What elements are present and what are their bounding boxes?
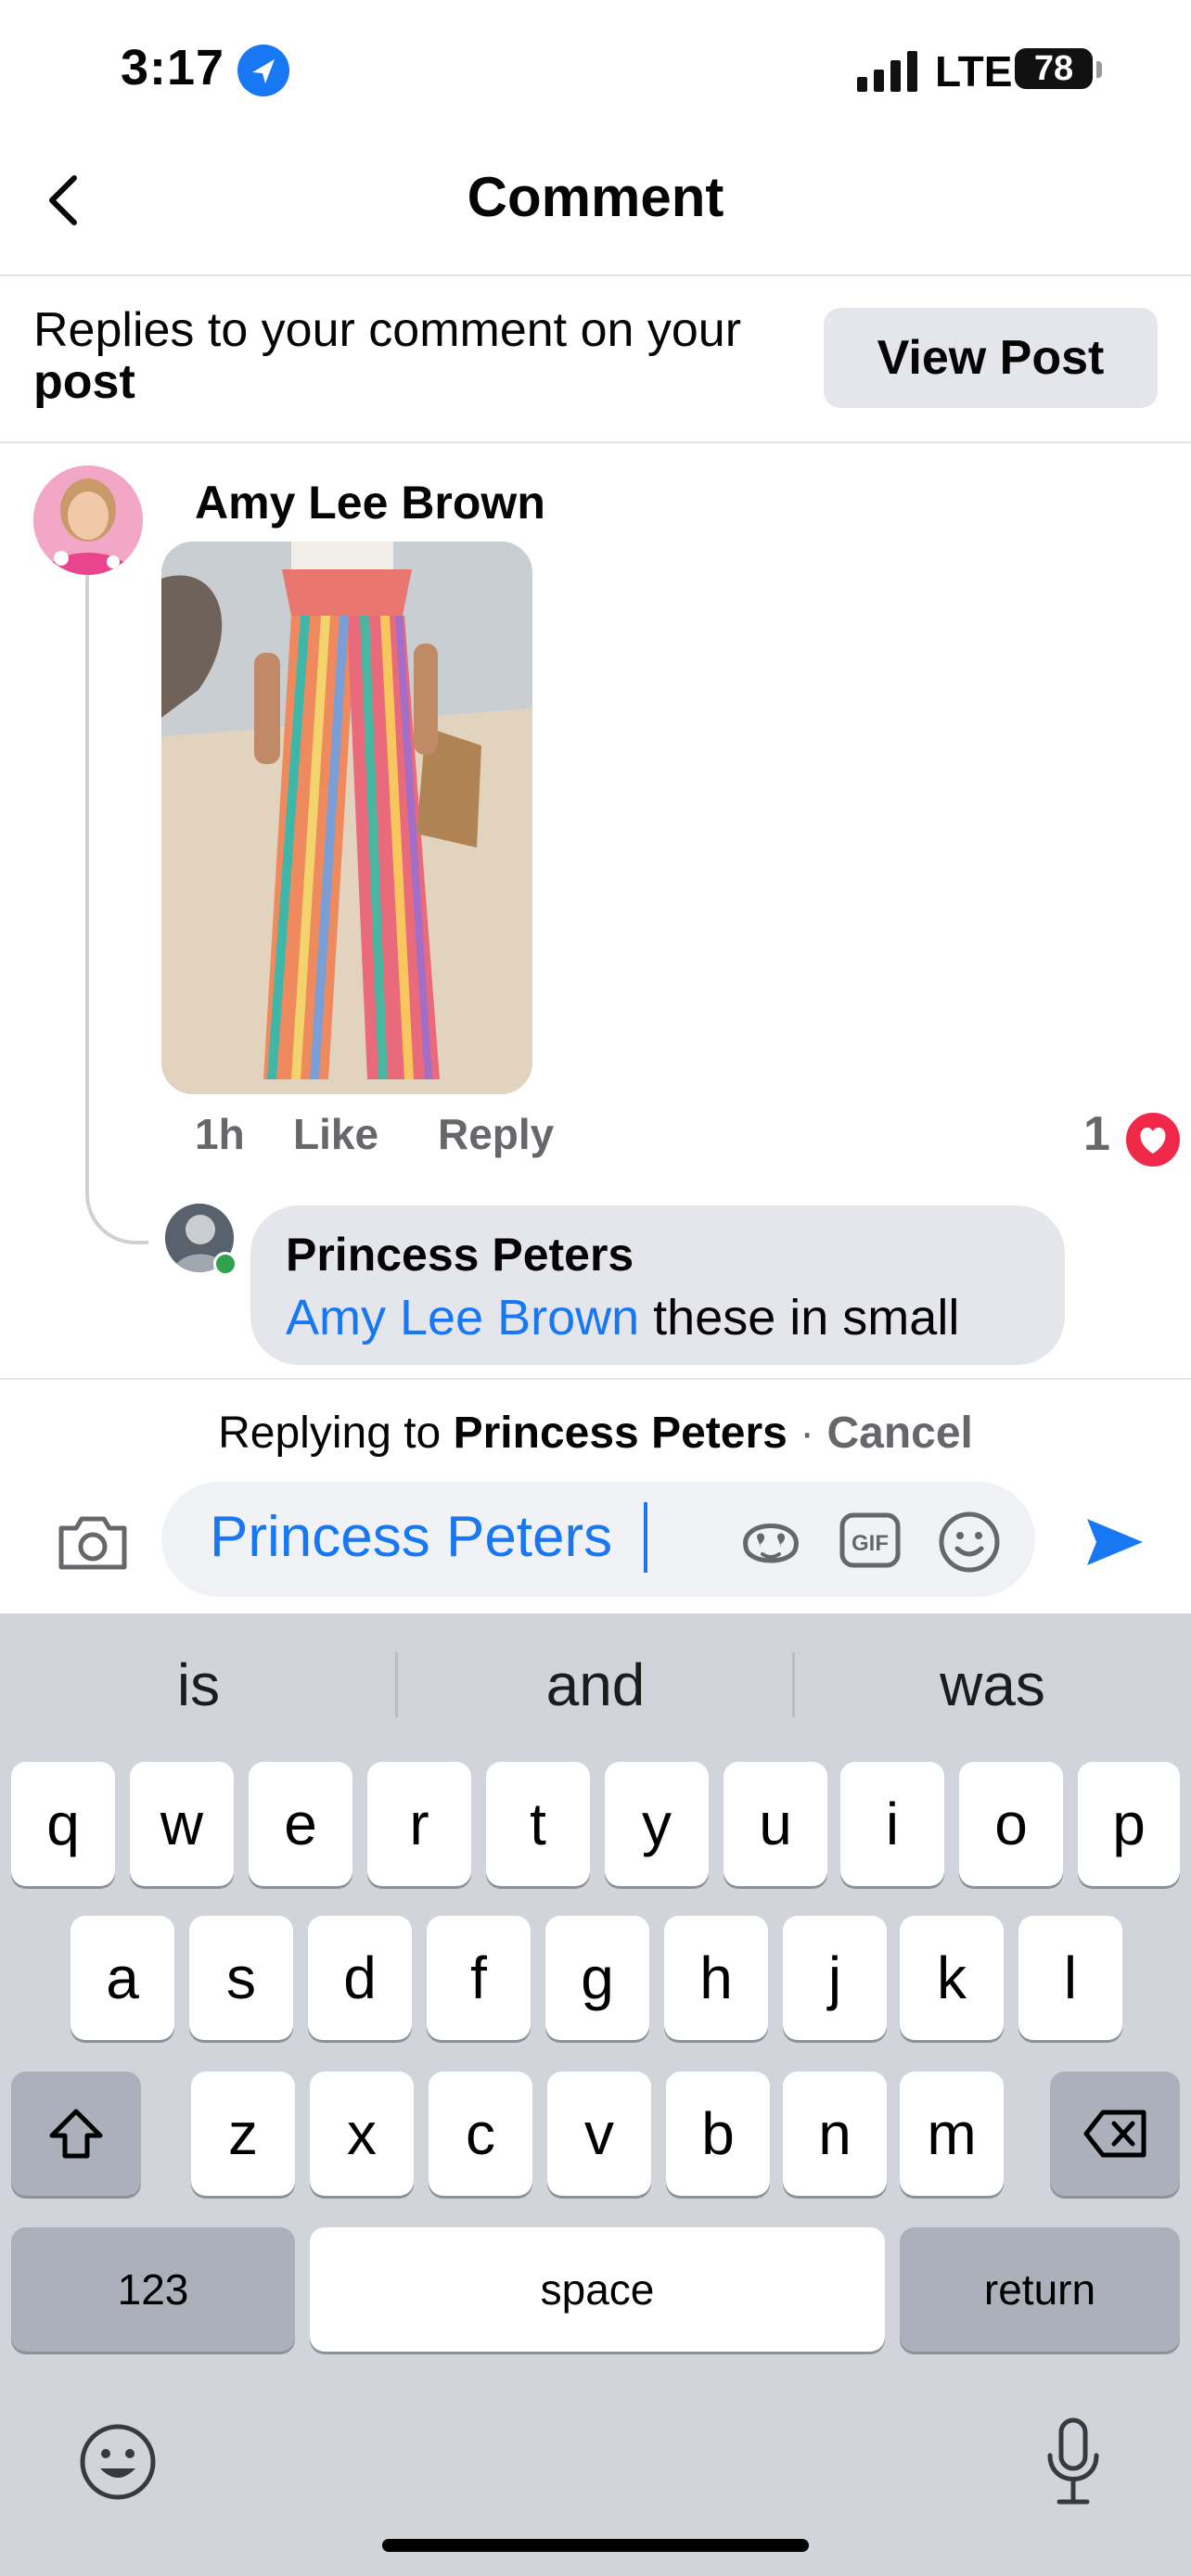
key-b[interactable]: b <box>666 2072 770 2196</box>
replying-separator: · <box>787 1409 827 1458</box>
key-v[interactable]: v <box>547 2072 651 2196</box>
key-c[interactable]: c <box>429 2072 532 2196</box>
return-key[interactable]: return <box>900 2227 1180 2352</box>
suggestion-1[interactable]: is <box>0 1651 397 1719</box>
comment-author[interactable]: Amy Lee Brown <box>195 476 545 529</box>
cancel-reply-button[interactable]: Cancel <box>826 1409 972 1458</box>
key-h[interactable]: h <box>664 1916 768 2040</box>
online-indicator <box>213 1252 237 1276</box>
key-l[interactable]: l <box>1018 1916 1122 2040</box>
reply-mention[interactable]: Amy Lee Brown <box>286 1290 639 1345</box>
space-key[interactable]: space <box>310 2227 885 2352</box>
location-arrow-icon <box>237 45 289 96</box>
heart-reaction-icon[interactable] <box>1122 1109 1184 1170</box>
text-caret <box>644 1502 647 1573</box>
comment-input-value[interactable]: Princess Peters <box>210 1504 612 1570</box>
emoji-icon[interactable] <box>76 2420 160 2504</box>
key-w[interactable]: w <box>130 1762 234 1886</box>
camera-icon[interactable] <box>56 1511 130 1573</box>
key-x[interactable]: x <box>310 2072 414 2196</box>
notice-post-word: post <box>33 355 135 409</box>
like-button[interactable]: Like <box>293 1109 378 1159</box>
key-n[interactable]: n <box>783 2072 887 2196</box>
composer-divider <box>0 1378 1191 1380</box>
key-k[interactable]: k <box>900 1916 1004 2040</box>
backspace-icon <box>1083 2110 1146 2158</box>
key-z[interactable]: z <box>191 2072 295 2196</box>
key-i[interactable]: i <box>840 1762 944 1886</box>
replying-name: Princess Peters <box>453 1409 788 1458</box>
shift-key[interactable] <box>11 2072 141 2196</box>
avatar[interactable] <box>33 465 143 575</box>
view-post-button[interactable]: View Post <box>824 308 1158 408</box>
reply-text: Amy Lee Brown these in small <box>286 1289 959 1346</box>
mic-icon[interactable] <box>1043 2415 1104 2507</box>
comment-time: 1h <box>195 1110 245 1158</box>
reply-body: these in small <box>639 1290 960 1345</box>
replying-prefix: Replying to <box>218 1409 454 1458</box>
network-type: LTE <box>935 47 1013 96</box>
key-d[interactable]: d <box>308 1916 412 2040</box>
key-r[interactable]: r <box>367 1762 471 1886</box>
home-indicator[interactable] <box>382 2539 809 2552</box>
reaction-count[interactable]: 1 <box>1083 1106 1110 1162</box>
shift-icon <box>49 2109 103 2159</box>
replying-to-bar: Replying to Princess Peters · Cancel <box>0 1408 1191 1459</box>
key-g[interactable]: g <box>545 1916 649 2040</box>
back-chevron-icon[interactable] <box>45 172 82 228</box>
reply-author[interactable]: Princess Peters <box>286 1228 634 1282</box>
gif-icon[interactable]: GIF <box>839 1510 902 1571</box>
key-j[interactable]: j <box>783 1916 887 2040</box>
smiley-icon[interactable] <box>937 1510 1002 1575</box>
key-m[interactable]: m <box>900 2072 1004 2196</box>
key-q[interactable]: q <box>11 1762 115 1886</box>
key-t[interactable]: t <box>486 1762 590 1886</box>
avatar-sticker-icon[interactable] <box>736 1510 805 1571</box>
signal-icon <box>857 51 917 92</box>
thread-connector <box>85 575 148 1244</box>
key-y[interactable]: y <box>605 1762 709 1886</box>
suggestion-3[interactable]: was <box>794 1651 1191 1719</box>
key-f[interactable]: f <box>427 1916 531 2040</box>
numbers-key[interactable]: 123 <box>11 2227 295 2352</box>
key-a[interactable]: a <box>70 1916 174 2040</box>
backspace-key[interactable] <box>1050 2072 1180 2196</box>
replies-notice: Replies to your comment on your post <box>33 304 794 408</box>
battery-indicator: 78 <box>1015 48 1093 89</box>
key-o[interactable]: o <box>959 1762 1063 1886</box>
notice-divider <box>0 441 1191 443</box>
key-p[interactable]: p <box>1078 1762 1180 1886</box>
suggestion-2[interactable]: and <box>397 1651 794 1719</box>
key-u[interactable]: u <box>724 1762 827 1886</box>
key-s[interactable]: s <box>189 1916 293 2040</box>
key-e[interactable]: e <box>249 1762 352 1886</box>
page-title: Comment <box>467 166 724 228</box>
notice-text: Replies to your comment on your <box>33 303 742 357</box>
status-time: 3:17 <box>121 40 225 96</box>
send-icon[interactable] <box>1082 1511 1146 1573</box>
svg-text:GIF: GIF <box>852 1531 889 1556</box>
battery-tip <box>1096 61 1102 78</box>
comment-photo[interactable] <box>161 542 532 1094</box>
header-divider <box>0 274 1191 276</box>
reply-button[interactable]: Reply <box>438 1109 554 1159</box>
